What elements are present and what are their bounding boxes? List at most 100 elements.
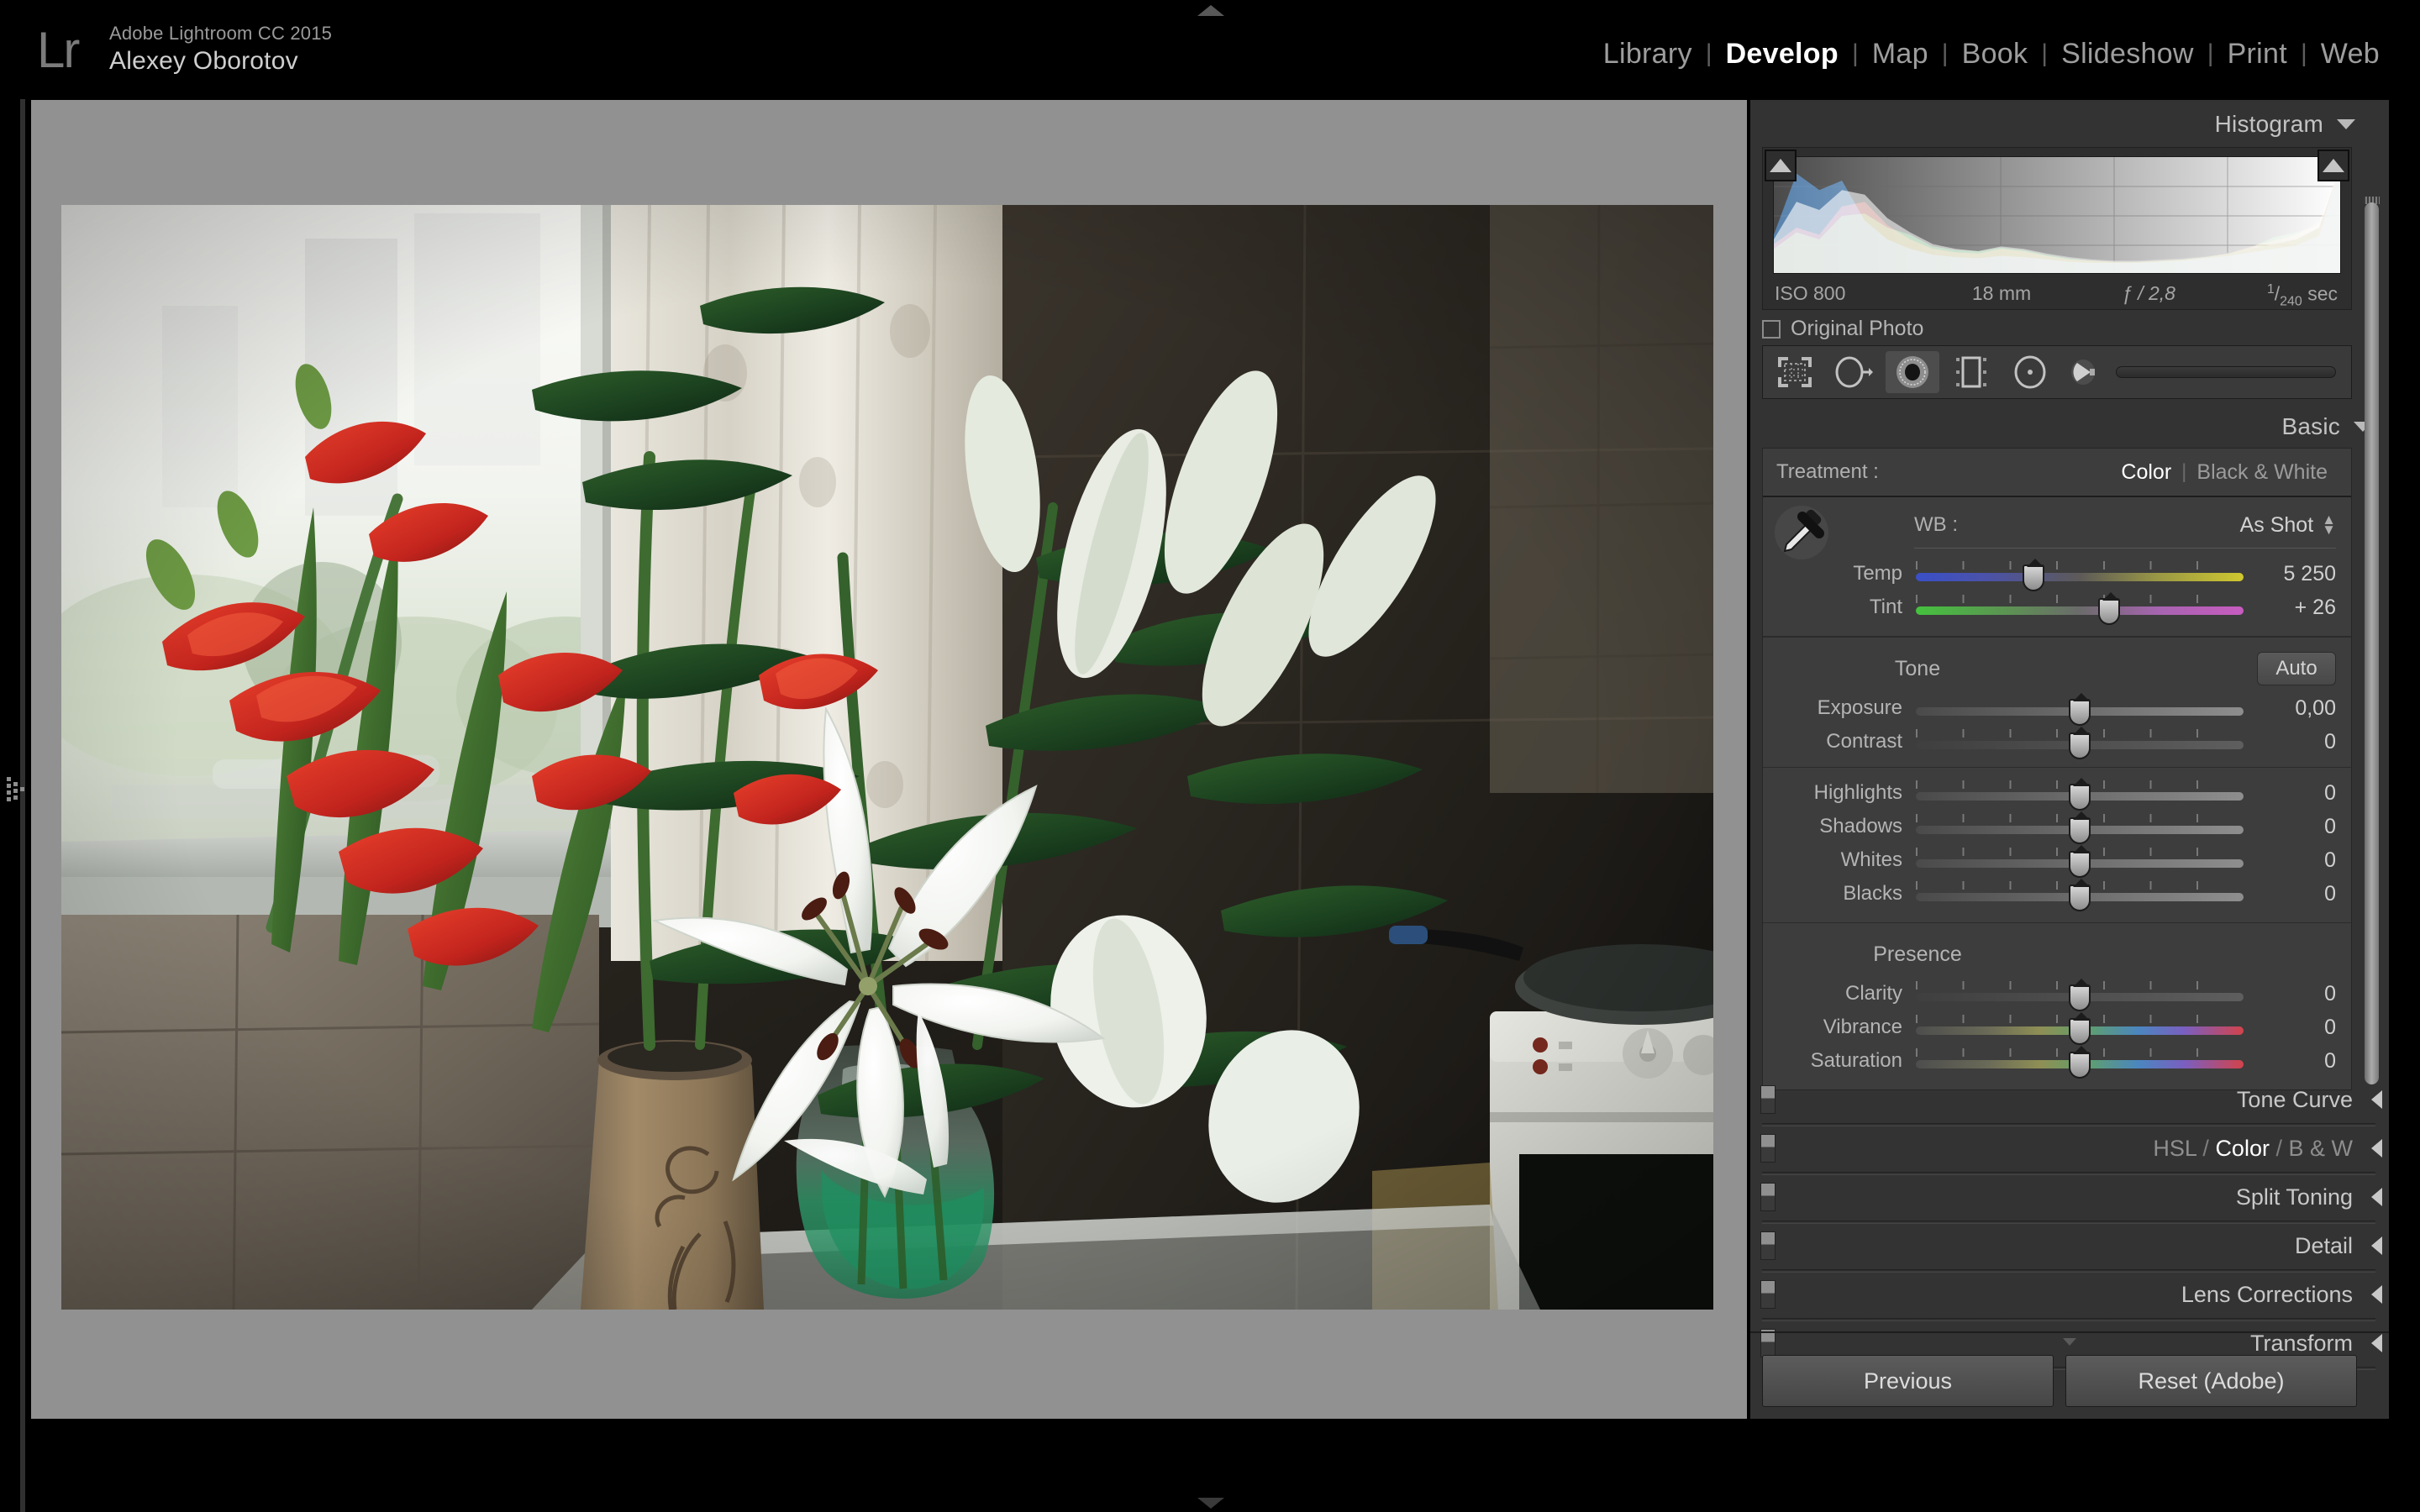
slider-value-contrast[interactable]: 0	[2244, 730, 2336, 754]
show-left-panel-arrow-icon[interactable]	[7, 777, 29, 806]
module-library[interactable]: Library	[1590, 37, 1706, 71]
exif-aperture: ƒ / 2,8	[2122, 282, 2175, 304]
slider-knob-temp[interactable]	[2023, 559, 2045, 591]
panel-title-segment[interactable]: B & W	[2288, 1136, 2353, 1161]
slider-value-blacks[interactable]: 0	[2244, 882, 2336, 906]
slider-value-shadows[interactable]: 0	[2244, 815, 2336, 839]
identity-plate[interactable]: Adobe Lightroom CC 2015 Alexey Oborotov	[109, 22, 332, 77]
slider-knob-contrast[interactable]	[2069, 727, 2091, 759]
chevron-left-icon[interactable]	[2371, 1285, 2382, 1304]
module-map[interactable]: Map	[1859, 37, 1942, 71]
chevron-left-icon[interactable]	[2371, 1090, 2382, 1109]
reset-button[interactable]: Reset (Adobe)	[2065, 1355, 2357, 1407]
slider-value-clarity[interactable]: 0	[2244, 982, 2336, 1006]
top-panel-toggle-icon[interactable]	[1197, 5, 1224, 16]
slider-value-whites[interactable]: 0	[2244, 848, 2336, 873]
panel-scrollbar-thumb[interactable]	[2365, 202, 2379, 1084]
filmstrip-toggle-icon[interactable]	[1197, 1498, 1224, 1509]
panel-end-marker-icon	[2063, 1338, 2076, 1346]
wb-preset-value[interactable]: As Shot	[2240, 513, 2314, 538]
basic-panel-header[interactable]: Basic	[1750, 402, 2389, 451]
white-balance-row[interactable]: WB : As Shot ▲ ▼	[1763, 504, 2351, 546]
slider-knob-whites[interactable]	[2069, 845, 2091, 878]
slider-label-clarity: Clarity	[1844, 982, 1902, 1005]
red-eye-correction-tool[interactable]	[1886, 351, 1939, 393]
chevron-left-icon[interactable]	[2371, 1236, 2382, 1255]
module-slideshow[interactable]: Slideshow	[2048, 37, 2207, 71]
slider-knob-blacks[interactable]	[2069, 879, 2091, 911]
slider-knob-highlights[interactable]	[2069, 778, 2091, 811]
module-print[interactable]: Print	[2214, 37, 2301, 71]
slider-knob-vibrance[interactable]	[2069, 1012, 2091, 1045]
panel-title-lens-corrections: Lens Corrections	[2181, 1281, 2353, 1307]
slider-track-wrap-clarity	[1916, 979, 2244, 1011]
histogram-panel-header[interactable]: Histogram	[1750, 100, 2372, 149]
panel-switch-lens-corrections[interactable]	[1760, 1280, 1776, 1309]
panel-header-detail[interactable]: Detail	[1755, 1224, 2382, 1273]
shutter-unit: sec	[2307, 282, 2338, 305]
slider-row-temp: Temp 5 250	[1763, 557, 2351, 591]
radial-filter-tool[interactable]	[2003, 351, 2057, 393]
slider-row-highlights: Highlights 0	[1763, 776, 2351, 811]
chevron-down-icon[interactable]	[2337, 119, 2355, 129]
white-balance-selector-eyedropper[interactable]	[1775, 506, 1828, 559]
slider-label-whites: Whites	[1840, 848, 1902, 871]
slider-value-highlights[interactable]: 0	[2244, 781, 2336, 806]
panel-header-split-toning[interactable]: Split Toning	[1755, 1175, 2382, 1224]
original-photo-checkbox-icon[interactable]	[1762, 319, 1781, 339]
adjustment-brush-tool[interactable]	[2062, 351, 2116, 393]
shadow-clipping-toggle[interactable]	[1765, 150, 1797, 181]
slider-track-temp[interactable]	[1916, 573, 2244, 581]
slider-knob-exposure[interactable]	[2069, 693, 2091, 726]
left-panel-collapsed-strip[interactable]	[0, 99, 30, 1512]
develop-tool-strip	[1762, 345, 2352, 399]
panel-switch-split-toning[interactable]	[1760, 1183, 1776, 1211]
footer-buttons: Previous Reset (Adobe)	[1762, 1355, 2357, 1407]
chevron-left-icon[interactable]	[2371, 1139, 2382, 1158]
tone-slider-group: Exposure 0,00 Contrast 0	[1763, 691, 2351, 759]
module-develop[interactable]: Develop	[1712, 37, 1852, 71]
panel-title-segment[interactable]: Color	[2215, 1136, 2275, 1161]
slider-value-saturation[interactable]: 0	[2244, 1049, 2336, 1074]
histogram-svg	[1774, 157, 2340, 273]
slider-value-temp[interactable]: 5 250	[2244, 562, 2336, 586]
panel-switch-hsl-color-bw[interactable]	[1760, 1134, 1776, 1163]
wb-preset-dropdown-icon[interactable]: ▲ ▼	[2322, 512, 2336, 537]
wb-label: WB :	[1914, 513, 1958, 536]
slider-value-vibrance[interactable]: 0	[2244, 1016, 2336, 1040]
slider-knob-shadows[interactable]	[2069, 811, 2091, 844]
spot-removal-tool[interactable]	[1827, 351, 1881, 393]
develop-photo-preview[interactable]	[61, 205, 1713, 1310]
module-book[interactable]: Book	[1949, 37, 2042, 71]
original-photo-label: Original Photo	[1791, 317, 1924, 340]
slider-value-exposure[interactable]: 0,00	[2244, 696, 2336, 721]
panel-header-tone-curve[interactable]: Tone Curve	[1755, 1078, 2382, 1126]
module-picker: Library | Develop | Map | Book | Slideshow | Print…	[1590, 37, 2393, 71]
slider-label-vibrance: Vibrance	[1823, 1016, 1902, 1038]
slider-knob-clarity[interactable]	[2069, 979, 2091, 1011]
slider-knob-tint[interactable]	[2098, 592, 2121, 625]
panel-switch-tone-curve[interactable]	[1760, 1085, 1776, 1114]
crop-overlay-tool[interactable]	[1768, 351, 1822, 393]
wb-slider-group: Temp 5 250 Tint + 26	[1763, 557, 2351, 625]
treatment-option-color[interactable]: Color	[2111, 460, 2181, 485]
panel-switch-detail[interactable]	[1760, 1231, 1776, 1260]
treatment-option-black-white[interactable]: Black & White	[2186, 460, 2338, 485]
original-photo-toggle[interactable]: Original Photo	[1762, 317, 1923, 341]
slider-track-tint[interactable]	[1916, 606, 2244, 615]
histogram-plot[interactable]	[1773, 156, 2341, 274]
panel-header-hsl-color-bw[interactable]: HSL / Color / B & W	[1755, 1126, 2382, 1175]
panel-title-segment[interactable]: HSL	[2153, 1136, 2202, 1161]
graduated-filter-tool[interactable]	[1944, 351, 1998, 393]
auto-tone-button[interactable]: Auto	[2257, 652, 2336, 685]
panel-header-lens-corrections[interactable]: Lens Corrections	[1755, 1273, 2382, 1321]
slider-row-contrast: Contrast 0	[1763, 725, 2351, 759]
tool-size-slider[interactable]	[2116, 366, 2336, 378]
slider-value-tint[interactable]: + 26	[2244, 596, 2336, 620]
module-web[interactable]: Web	[2307, 37, 2393, 71]
highlight-clipping-toggle[interactable]	[2317, 150, 2349, 181]
slider-label-temp: Temp	[1853, 562, 1902, 585]
chevron-left-icon[interactable]	[2371, 1188, 2382, 1206]
slider-label-tint: Tint	[1869, 596, 1902, 618]
previous-button[interactable]: Previous	[1762, 1355, 2054, 1407]
